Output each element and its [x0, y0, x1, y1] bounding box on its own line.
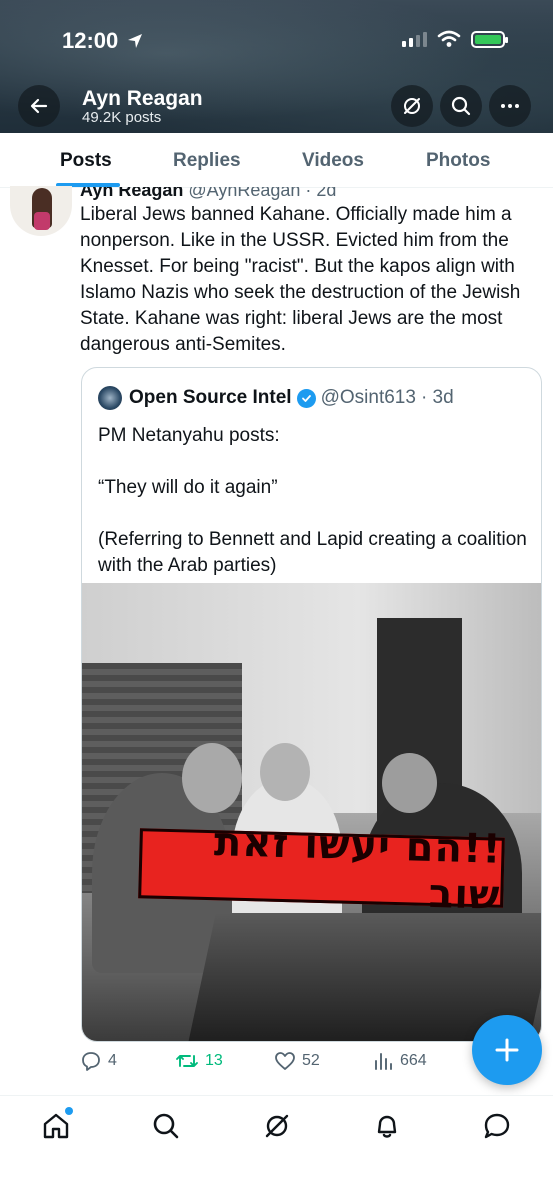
reply-button[interactable]: 4 [80, 1050, 117, 1072]
like-button[interactable]: 52 [274, 1050, 320, 1072]
view-count: 664 [400, 1052, 427, 1069]
nav-home[interactable] [41, 1107, 73, 1141]
nav-search[interactable] [151, 1111, 181, 1141]
nav-notifications[interactable] [372, 1111, 402, 1141]
tweet-text: Liberal Jews banned Kahane. Officially m… [80, 204, 521, 355]
tab-replies[interactable]: Replies [173, 150, 241, 172]
home-icon [43, 1113, 69, 1139]
reply-icon [82, 1052, 100, 1071]
tab-photos[interactable]: Photos [426, 150, 490, 172]
quote-paragraph: “They will do it again” [98, 477, 278, 498]
verified-badge-icon [296, 388, 316, 408]
post-count: 49.2K posts [82, 109, 162, 126]
battery-icon [471, 30, 508, 48]
bottom-navigation [0, 1095, 553, 1200]
quote-paragraph: (Referring to Bennett and Lapid creating… [98, 529, 527, 576]
search-icon [451, 96, 471, 116]
quote-paragraph: PM Netanyahu posts: [98, 425, 280, 446]
quote-author-name: Open Source Intel [129, 387, 292, 408]
quote-author-line: Open Source Intel @Osint613 · 3d [129, 387, 454, 409]
grok-button[interactable] [391, 85, 433, 127]
quote-author-handle: @Osint613 [320, 387, 416, 408]
like-count: 52 [302, 1052, 320, 1069]
more-button[interactable] [489, 85, 531, 127]
tweet-actions: 4 13 52 664 [80, 1050, 480, 1080]
location-arrow-icon [128, 34, 142, 48]
heart-icon [275, 1052, 295, 1070]
profile-name: Ayn Reagan [82, 87, 203, 110]
profile-tabs: Posts Replies Videos Photos [0, 133, 553, 188]
nav-messages[interactable] [482, 1111, 512, 1141]
messages-icon [484, 1113, 510, 1139]
repost-button[interactable]: 13 [175, 1050, 223, 1072]
search-button[interactable] [440, 85, 482, 127]
repost-icon [176, 1055, 198, 1067]
more-icon [501, 104, 519, 108]
compose-post-button[interactable] [472, 1015, 542, 1085]
grok-icon [404, 98, 420, 114]
quote-time: · 3d [420, 387, 454, 408]
image-banner: !!הם יעשו זאת שוב [138, 819, 505, 919]
arrow-left-icon [30, 98, 48, 114]
repost-count: 13 [205, 1052, 223, 1069]
views-icon [375, 1053, 392, 1070]
profile-header: 12:00 Ayn Reagan 49.2K posts [0, 0, 553, 133]
back-button[interactable] [18, 85, 60, 127]
quoted-tweet[interactable]: Open Source Intel @Osint613 · 3d PM Neta… [81, 367, 542, 1042]
grok-icon [265, 1114, 289, 1138]
reply-count: 4 [108, 1052, 117, 1069]
views-button[interactable]: 664 [372, 1050, 427, 1072]
tab-videos[interactable]: Videos [302, 150, 364, 172]
quote-image[interactable]: !!הם יעשו זאת שוב [82, 583, 541, 1041]
status-icons [402, 30, 508, 48]
cellular-signal-icon [402, 31, 427, 47]
tab-posts[interactable]: Posts [60, 150, 112, 172]
notifications-icon [377, 1115, 397, 1138]
search-icon [153, 1113, 179, 1139]
nav-grok[interactable] [262, 1111, 292, 1141]
home-notification-dot [65, 1107, 73, 1115]
quote-avatar [98, 386, 122, 410]
plus-icon [495, 1038, 519, 1062]
status-time: 12:00 [62, 28, 119, 53]
quote-text: PM Netanyahu posts: “They will do it aga… [98, 423, 528, 605]
avatar[interactable] [10, 186, 72, 236]
wifi-icon [437, 30, 461, 47]
